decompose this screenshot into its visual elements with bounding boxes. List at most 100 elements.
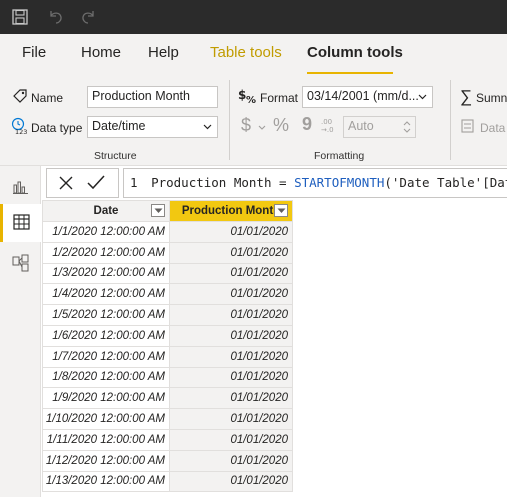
production-month-cell[interactable]: 01/01/2020	[169, 449, 293, 472]
tag-icon	[13, 89, 27, 103]
ribbon-separator	[450, 80, 451, 160]
data-table: Date Production Month 1/1/2020 12:00:00 …	[42, 200, 293, 493]
production-month-cell[interactable]: 01/01/2020	[169, 262, 293, 285]
column-header-date[interactable]: Date	[42, 200, 170, 222]
date-cell[interactable]: 1/5/2020 12:00:00 AM	[42, 304, 170, 326]
table-row[interactable]: 1/10/2020 12:00:00 AM 01/01/2020	[42, 408, 293, 430]
date-cell[interactable]: 1/10/2020 12:00:00 AM	[42, 408, 170, 430]
ribbon-separator	[229, 80, 230, 160]
column-filter-button[interactable]	[151, 204, 165, 217]
datatype-label: Data type	[31, 121, 83, 135]
date-cell[interactable]: 1/2/2020 12:00:00 AM	[42, 241, 170, 264]
table-row[interactable]: 1/9/2020 12:00:00 AM 01/01/2020	[42, 387, 293, 410]
column-header-production-month[interactable]: Production Month	[169, 200, 293, 222]
formula-input[interactable]: 1 Production Month = STARTOFMONTH('Date …	[123, 168, 507, 198]
svg-text:.00: .00	[321, 118, 332, 126]
table-row[interactable]: 1/5/2020 12:00:00 AM 01/01/2020	[42, 304, 293, 326]
datatype-value: Date/time	[92, 119, 146, 133]
spinner-icon	[403, 121, 411, 133]
production-month-cell[interactable]: 01/01/2020	[169, 345, 293, 368]
data-view-button[interactable]	[0, 204, 41, 242]
table-row[interactable]: 1/4/2020 12:00:00 AM 01/01/2020	[42, 283, 293, 306]
summarize-label[interactable]: Sumn	[476, 91, 507, 105]
category-icon	[461, 119, 474, 133]
formula-commit-controls	[46, 168, 119, 198]
date-cell[interactable]: 1/6/2020 12:00:00 AM	[42, 324, 170, 347]
sigma-icon: ∑	[460, 87, 473, 106]
production-month-cell[interactable]: 01/01/2020	[169, 428, 293, 451]
name-label: Name	[31, 91, 64, 105]
production-month-cell[interactable]: 01/01/2020	[169, 324, 293, 347]
chevron-down-icon	[203, 124, 212, 130]
date-cell[interactable]: 1/3/2020 12:00:00 AM	[42, 262, 170, 285]
date-cell[interactable]: 1/13/2020 12:00:00 AM	[42, 470, 170, 493]
date-cell[interactable]: 1/1/2020 12:00:00 AM	[42, 221, 170, 243]
production-month-cell[interactable]: 01/01/2020	[169, 387, 293, 410]
svg-text:%: %	[246, 95, 256, 105]
table-row[interactable]: 1/6/2020 12:00:00 AM 01/01/2020	[42, 324, 293, 347]
currency-button[interactable]: $	[241, 115, 251, 136]
cancel-icon[interactable]	[59, 176, 73, 190]
production-month-cell[interactable]: 01/01/2020	[169, 408, 293, 430]
undo-icon[interactable]	[47, 8, 65, 26]
production-month-cell[interactable]: 01/01/2020	[169, 241, 293, 264]
format-label: Format	[260, 91, 299, 105]
percent-button[interactable]: %	[273, 115, 289, 136]
date-cell[interactable]: 1/9/2020 12:00:00 AM	[42, 387, 170, 410]
date-cell[interactable]: 1/12/2020 12:00:00 AM	[42, 449, 170, 472]
production-month-cell[interactable]: 01/01/2020	[169, 221, 293, 243]
decimal-places-value: Auto	[348, 119, 374, 133]
date-cell[interactable]: 1/4/2020 12:00:00 AM	[42, 283, 170, 306]
column-header-label: Date	[93, 205, 119, 217]
formula-text-after: ('Date Table'[Date])	[384, 175, 507, 190]
format-value: 03/14/2001 (mm/d...	[307, 89, 419, 103]
table-row[interactable]: 1/3/2020 12:00:00 AM 01/01/2020	[42, 262, 293, 285]
commit-icon[interactable]	[87, 175, 105, 190]
format-icon: $ %	[238, 88, 256, 105]
tab-help[interactable]: Help	[148, 44, 179, 61]
svg-text:→.0: →.0	[321, 126, 334, 133]
table-row[interactable]: 1/13/2020 12:00:00 AM 01/01/2020	[42, 470, 293, 493]
model-view-button[interactable]	[0, 244, 41, 282]
format-select[interactable]: 03/14/2001 (mm/d...	[302, 86, 433, 108]
view-rail	[0, 166, 41, 497]
tab-column-tools[interactable]: Column tools	[307, 44, 403, 61]
table-row[interactable]: 1/1/2020 12:00:00 AM 01/01/2020	[42, 221, 293, 243]
comma-button[interactable]: 9	[302, 114, 312, 135]
column-filter-button[interactable]	[274, 204, 288, 217]
data-category-label[interactable]: Data	[480, 121, 505, 135]
table-row[interactable]: 1/8/2020 12:00:00 AM 01/01/2020	[42, 366, 293, 389]
decimal-icon[interactable]: .00 →.0	[318, 117, 336, 133]
table-row[interactable]: 1/12/2020 12:00:00 AM 01/01/2020	[42, 449, 293, 472]
column-header-label: Production Month	[181, 205, 281, 217]
report-view-button[interactable]	[0, 168, 41, 206]
formatting-group-label: Formatting	[314, 150, 365, 162]
date-cell[interactable]: 1/8/2020 12:00:00 AM	[42, 366, 170, 389]
tab-home[interactable]: Home	[81, 44, 121, 61]
dropdown-icon	[154, 208, 163, 213]
table-body: 1/1/2020 12:00:00 AM 01/01/2020 1/2/2020 1…	[42, 221, 293, 493]
chevron-down-icon	[258, 125, 266, 130]
table-row[interactable]: 1/11/2020 12:00:00 AM 01/01/2020	[42, 428, 293, 451]
data-view-icon	[13, 214, 30, 230]
save-icon[interactable]	[11, 8, 29, 26]
production-month-cell[interactable]: 01/01/2020	[169, 366, 293, 389]
decimal-places-field[interactable]: Auto	[343, 116, 416, 138]
production-month-cell[interactable]: 01/01/2020	[169, 470, 293, 493]
date-cell[interactable]: 1/11/2020 12:00:00 AM	[42, 428, 170, 451]
name-field[interactable]: Production Month	[87, 86, 218, 108]
formula-line-number: 1	[130, 175, 138, 190]
date-cell[interactable]: 1/7/2020 12:00:00 AM	[42, 345, 170, 368]
tab-table-tools[interactable]: Table tools	[210, 44, 282, 61]
datatype-select[interactable]: Date/time	[87, 116, 218, 138]
formula-function: STARTOFMONTH	[294, 175, 385, 190]
datatype-icon: 123	[11, 117, 27, 135]
formula-text-before: Production Month =	[151, 175, 295, 190]
title-bar	[0, 0, 507, 34]
table-row[interactable]: 1/2/2020 12:00:00 AM 01/01/2020	[42, 241, 293, 264]
production-month-cell[interactable]: 01/01/2020	[169, 304, 293, 326]
production-month-cell[interactable]: 01/01/2020	[169, 283, 293, 306]
table-row[interactable]: 1/7/2020 12:00:00 AM 01/01/2020	[42, 345, 293, 368]
redo-icon[interactable]	[79, 8, 97, 26]
tab-file[interactable]: File	[22, 44, 46, 61]
